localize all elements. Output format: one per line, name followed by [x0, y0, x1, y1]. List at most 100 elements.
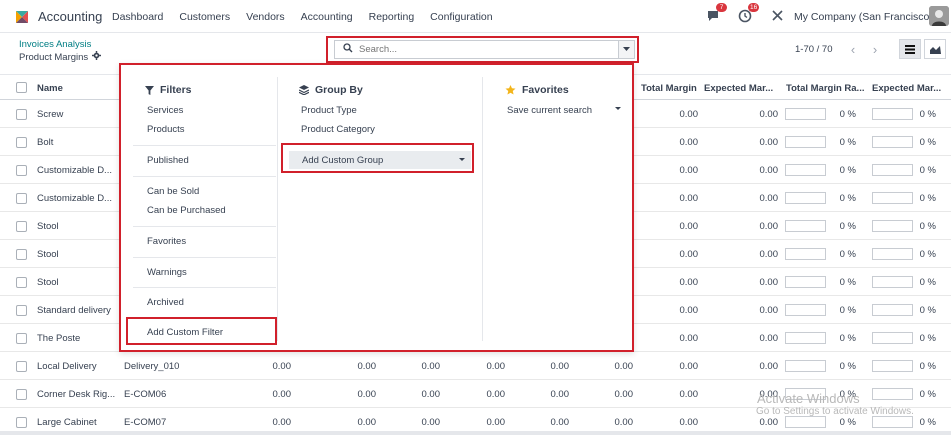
search-options-toggle[interactable]	[618, 40, 635, 59]
row-checkbox[interactable]	[16, 109, 27, 120]
total-margin-rate-progressbar	[785, 332, 826, 344]
cell-total-margin: 0.00	[679, 193, 699, 204]
filter-products[interactable]: Products	[147, 124, 185, 135]
cell-c5: 0.00	[550, 417, 570, 428]
breadcrumb-parent[interactable]: Invoices Analysis	[19, 39, 91, 50]
group-by-product-type[interactable]: Product Type	[301, 105, 357, 116]
column-expected-margin-rate[interactable]: Expected Mar...	[872, 83, 944, 94]
caret-down-icon[interactable]	[615, 107, 621, 110]
row-checkbox[interactable]	[16, 417, 27, 428]
row-checkbox[interactable]	[16, 193, 27, 204]
cell-total-margin-rate: 0 %	[839, 165, 856, 176]
column-expected-margin[interactable]: Expected Mar...	[704, 83, 779, 94]
pager-next-button[interactable]: ›	[864, 39, 886, 59]
filters-title-label: Filters	[160, 84, 192, 96]
cell-c5: 0.00	[550, 361, 570, 372]
cell-c4: 0.00	[486, 389, 506, 400]
row-checkbox[interactable]	[16, 333, 27, 344]
add-custom-group-select[interactable]: Add Custom Group	[289, 151, 471, 169]
column-name[interactable]: Name	[37, 83, 63, 94]
cell-expected-margin-rate: 0 %	[919, 277, 936, 288]
company-switcher[interactable]: My Company (San Francisco)	[794, 11, 933, 23]
select-all-checkbox[interactable]	[16, 82, 27, 93]
cell-expected-margin-rate: 0 %	[919, 417, 936, 428]
cell-expected-margin: 0.00	[759, 109, 779, 120]
row-checkbox[interactable]	[16, 305, 27, 316]
cell-total-margin-rate: 0 %	[839, 137, 856, 148]
cell-total-margin-rate: 0 %	[839, 249, 856, 260]
messages-icon[interactable]: 7	[706, 3, 727, 24]
add-custom-filter-button[interactable]: Add Custom Filter	[147, 327, 223, 338]
column-total-margin[interactable]: Total Margin	[641, 83, 699, 94]
cell-expected-margin-rate: 0 %	[919, 333, 936, 344]
separator	[133, 176, 276, 177]
row-checkbox[interactable]	[16, 361, 27, 372]
filter-can-be-sold[interactable]: Can be Sold	[147, 186, 199, 197]
filter-favorites[interactable]: Favorites	[147, 236, 186, 247]
pager-value[interactable]: 1-70 / 70	[795, 44, 833, 55]
search-icon	[343, 43, 353, 56]
graph-view-button[interactable]	[924, 39, 946, 59]
total-margin-rate-progressbar	[785, 416, 826, 428]
search-highlight-frame	[326, 36, 639, 63]
cell-total-margin: 0.00	[679, 249, 699, 260]
menu-customers[interactable]: Customers	[179, 11, 230, 23]
save-current-search-button[interactable]: Save current search	[507, 105, 592, 116]
cell-total-margin-rate: 0 %	[839, 277, 856, 288]
total-margin-rate-progressbar	[785, 192, 826, 204]
cell-total-margin-rate: 0 %	[839, 417, 856, 428]
menu-configuration[interactable]: Configuration	[430, 11, 492, 23]
cell-c5: 0.00	[550, 389, 570, 400]
cell-c3: 0.00	[421, 361, 441, 372]
table-row[interactable]: Local Delivery Delivery_010 0.00 0.00 0.00 0.…	[0, 352, 951, 380]
cell-name: Customizable D...	[37, 193, 112, 204]
cell-expected-margin-rate: 0 %	[919, 137, 936, 148]
cell-name: Stool	[37, 277, 59, 288]
search-input[interactable]	[359, 44, 599, 55]
cell-expected-margin-rate: 0 %	[919, 109, 936, 120]
pager-previous-button[interactable]: ‹	[842, 39, 864, 59]
row-checkbox[interactable]	[16, 221, 27, 232]
total-margin-rate-progressbar	[785, 304, 826, 316]
cell-total-margin-rate: 0 %	[839, 221, 856, 232]
group-by-product-category[interactable]: Product Category	[301, 124, 375, 135]
row-checkbox[interactable]	[16, 137, 27, 148]
menu-reporting[interactable]: Reporting	[369, 11, 415, 23]
menu-accounting[interactable]: Accounting	[301, 11, 353, 23]
activity-clock-icon[interactable]: 16	[738, 3, 760, 24]
filter-services[interactable]: Services	[147, 105, 183, 116]
row-checkbox[interactable]	[16, 277, 27, 288]
menu-vendors[interactable]: Vendors	[246, 11, 285, 23]
horizontal-scrollbar[interactable]	[0, 431, 951, 435]
systray: 7 16	[706, 3, 802, 24]
user-avatar[interactable]	[929, 6, 949, 26]
cell-name: Standard delivery	[37, 305, 111, 316]
filter-can-be-purchased[interactable]: Can be Purchased	[147, 205, 226, 216]
activity-badge: 16	[748, 3, 760, 12]
cell-expected-margin: 0.00	[759, 333, 779, 344]
filter-warnings[interactable]: Warnings	[147, 267, 187, 278]
cell-total-margin: 0.00	[679, 109, 699, 120]
breadcrumb-current: Product Margins	[19, 51, 102, 63]
gear-icon[interactable]	[92, 51, 102, 63]
menu-dashboard[interactable]: Dashboard	[112, 11, 163, 23]
cell-name: Stool	[37, 221, 59, 232]
row-checkbox[interactable]	[16, 165, 27, 176]
filter-archived[interactable]: Archived	[147, 297, 184, 308]
cell-c4: 0.00	[486, 417, 506, 428]
cell-name: Screw	[37, 109, 64, 120]
cell-total-margin-rate: 0 %	[839, 333, 856, 344]
cell-c2: 0.00	[357, 361, 377, 372]
tools-icon[interactable]	[770, 8, 786, 24]
row-checkbox[interactable]	[16, 389, 27, 400]
accounting-app-icon[interactable]	[14, 9, 30, 25]
cell-internal-reference: Delivery_010	[124, 361, 180, 372]
cell-c2: 0.00	[357, 417, 377, 428]
cell-name: The Poste	[37, 333, 81, 344]
list-view-button[interactable]	[899, 39, 921, 59]
column-divider	[277, 77, 278, 341]
column-total-margin-rate[interactable]: Total Margin Ra...	[786, 83, 866, 94]
app-title[interactable]: Accounting	[38, 9, 102, 24]
filter-published[interactable]: Published	[147, 155, 189, 166]
row-checkbox[interactable]	[16, 249, 27, 260]
